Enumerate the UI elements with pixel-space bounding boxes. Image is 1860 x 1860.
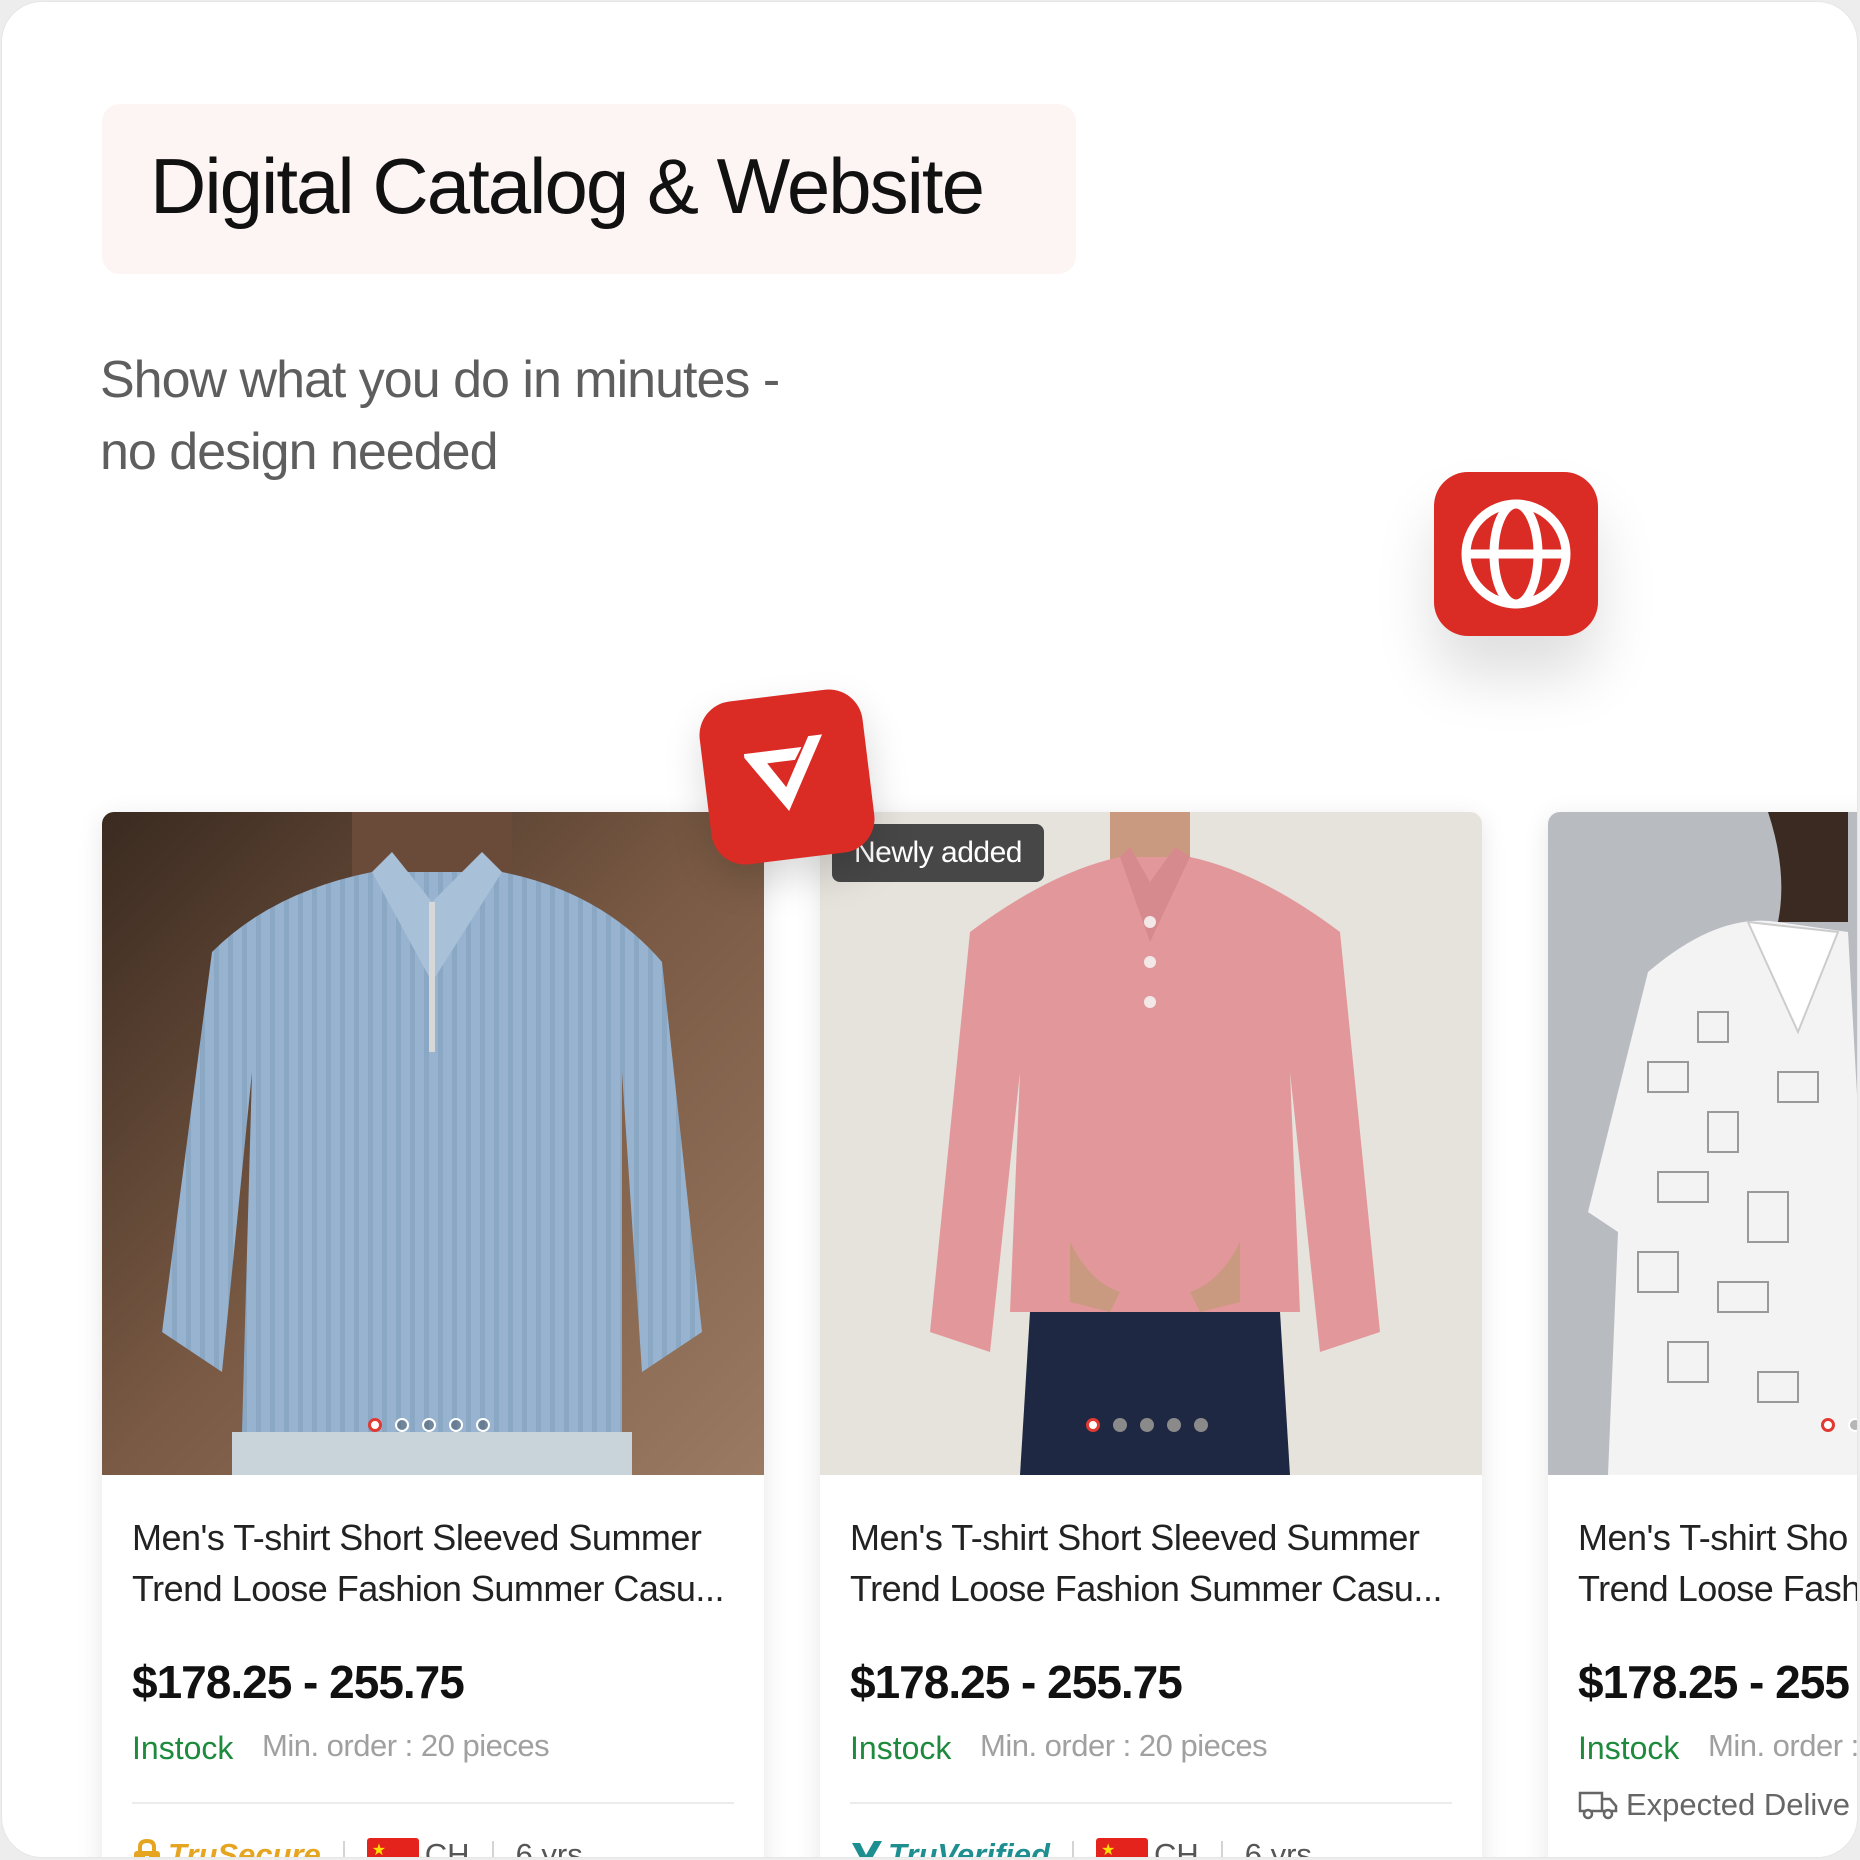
stock-status: Instock xyxy=(1578,1730,1680,1766)
page-title: Digital Catalog & Website xyxy=(150,142,985,230)
product-photo[interactable] xyxy=(820,812,1482,1475)
image-carousel-dots[interactable] xyxy=(368,1418,490,1432)
product-price: $178.25 - 255.75 xyxy=(850,1656,1183,1708)
flag-icon xyxy=(366,1838,419,1857)
carousel-dot[interactable] xyxy=(1194,1418,1208,1432)
carousel-dot[interactable] xyxy=(1848,1418,1857,1432)
carousel-dot[interactable] xyxy=(1140,1418,1154,1432)
truck-icon xyxy=(1578,1791,1618,1820)
supplier-years: 6 yrs xyxy=(1244,1837,1312,1857)
image-carousel-dots[interactable] xyxy=(1821,1418,1857,1432)
image-carousel-dots[interactable] xyxy=(1086,1418,1208,1432)
product-name[interactable]: Men's T-shirt Sho Trend Loose Fash xyxy=(1578,1512,1857,1614)
separator xyxy=(491,1841,494,1857)
globe-icon xyxy=(1461,499,1571,609)
country-code: CH xyxy=(424,1837,470,1857)
carousel-dot[interactable] xyxy=(422,1418,436,1432)
supplier-years: 6 yrs xyxy=(515,1837,583,1857)
divider xyxy=(132,1802,734,1804)
stock-status: Instock xyxy=(132,1730,234,1766)
product-photo[interactable] xyxy=(102,812,764,1475)
country-code: CH xyxy=(1153,1837,1199,1857)
supplier-info: TruSecure CH 6 yrs xyxy=(132,1830,583,1857)
page-subtitle: Show what you do in minutes - no design … xyxy=(100,351,780,481)
carousel-dot[interactable] xyxy=(476,1418,490,1432)
trusecure-badge: TruSecure xyxy=(132,1837,321,1857)
carousel-dot[interactable] xyxy=(368,1418,382,1432)
title-highlight: Digital Catalog & Website xyxy=(102,104,1076,274)
check-mark-icon xyxy=(743,734,823,811)
product-card[interactable]: Men's T-shirt Short Sleeved Summer Trend… xyxy=(102,812,764,1857)
supplier-info: TruVerified CH 6 yrs xyxy=(850,1830,1312,1857)
separator xyxy=(342,1841,345,1857)
product-card[interactable]: Newly added Men's T-shirt Short Sleeved … xyxy=(820,812,1482,1857)
min-order: Min. order : xyxy=(1708,1728,1857,1763)
feature-card: Digital Catalog & Website Show what you … xyxy=(2,2,1857,1857)
separator xyxy=(1071,1841,1074,1857)
product-price: $178.25 - 255 xyxy=(1578,1656,1850,1708)
carousel-dot[interactable] xyxy=(1167,1418,1181,1432)
expected-delivery: Expected Delive xyxy=(1578,1787,1850,1823)
product-price: $178.25 - 255.75 xyxy=(132,1656,465,1708)
product-name[interactable]: Men's T-shirt Short Sleeved Summer Trend… xyxy=(132,1512,742,1614)
catalog-app-tile xyxy=(695,685,879,869)
product-photo[interactable] xyxy=(1548,812,1857,1475)
carousel-dot[interactable] xyxy=(395,1418,409,1432)
carousel-dot[interactable] xyxy=(1821,1418,1835,1432)
verified-check-icon xyxy=(852,1841,882,1857)
min-order: Min. order : 20 pieces xyxy=(980,1728,1268,1763)
flag-icon xyxy=(1095,1838,1148,1857)
min-order: Min. order : 20 pieces xyxy=(262,1728,550,1763)
product-card[interactable]: Men's T-shirt Sho Trend Loose Fash $178.… xyxy=(1548,812,1857,1857)
truverified-badge: TruVerified xyxy=(850,1837,1050,1857)
carousel-dot[interactable] xyxy=(449,1418,463,1432)
carousel-dot[interactable] xyxy=(1113,1418,1127,1432)
website-app-tile xyxy=(1434,472,1598,636)
divider xyxy=(850,1802,1452,1804)
lock-icon xyxy=(134,1839,160,1857)
stock-status: Instock xyxy=(850,1730,952,1766)
carousel-dot[interactable] xyxy=(1086,1418,1100,1432)
separator xyxy=(1220,1841,1223,1857)
product-name[interactable]: Men's T-shirt Short Sleeved Summer Trend… xyxy=(850,1512,1460,1614)
